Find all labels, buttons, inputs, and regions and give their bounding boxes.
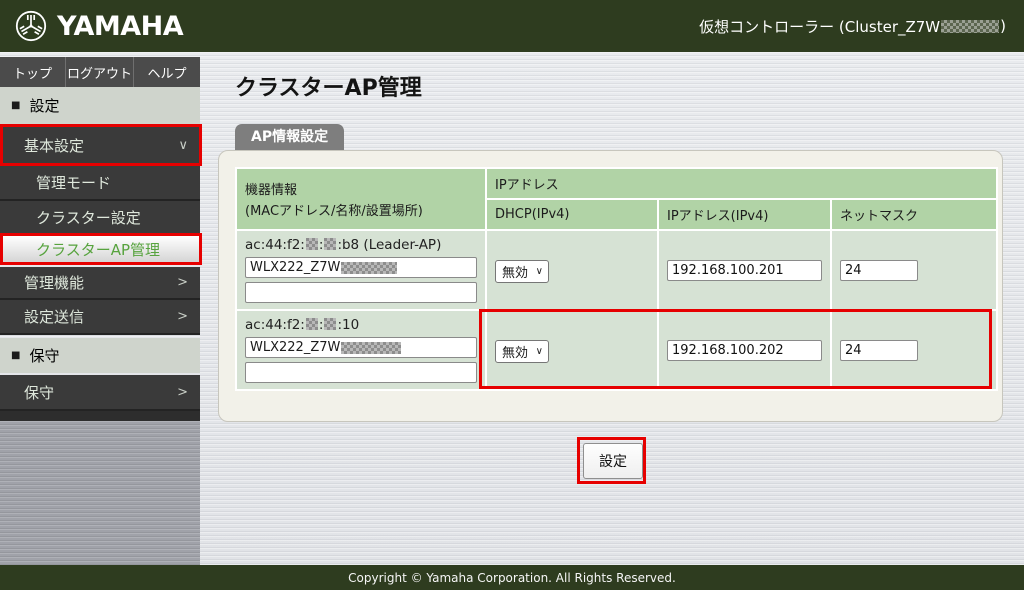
sidebar-item-cluster-ap-management[interactable]: クラスターAP管理 — [0, 236, 200, 262]
mac-address: ac:44:f2:::b8 (Leader-AP) — [245, 237, 442, 253]
redacted-mac-octet — [324, 318, 337, 330]
redacted-mac-octet — [324, 238, 337, 250]
dropdown-arrow-icon: ∨ — [535, 345, 543, 357]
sidebar-item-maintenance[interactable]: 保守 > — [0, 375, 200, 411]
netmask-input[interactable] — [840, 260, 918, 281]
redacted-mac-octet — [305, 238, 318, 250]
col-header-dhcp: DHCP(IPv4) — [485, 198, 659, 231]
chevron-right-icon: > — [177, 384, 188, 400]
dhcp-select[interactable]: 無効 ∨ — [495, 260, 549, 283]
sidebar: トップ ログアウト ヘルプ ■ 設定 基本設定 ∨ 管理モード クラスター設定 … — [0, 52, 200, 565]
ap-name-value: WLX222_Z7W — [250, 340, 341, 355]
chevron-right-icon: > — [177, 275, 188, 290]
management-functions-label: 管理機能 — [24, 274, 85, 292]
ap-settings-panel: 機器情報 (MACアドレス/名称/設置場所) IPアドレス DHCP(IPv4)… — [218, 150, 1003, 422]
section-bullet-icon: ■ — [11, 349, 21, 361]
dhcp-selected-value: 無効 — [502, 266, 529, 281]
titlebar: YAMAHA 仮想コントローラー (Cluster_Z7W) — [0, 0, 1024, 52]
device-cell: ac:44:f2:::10 WLX222_Z7W — [235, 309, 487, 391]
nav-tab-help[interactable]: ヘルプ — [133, 57, 200, 87]
ap-location-input[interactable] — [245, 362, 477, 383]
col-header-device-info: 機器情報 (MACアドレス/名称/設置場所) — [235, 167, 487, 231]
ap-table: 機器情報 (MACアドレス/名称/設置場所) IPアドレス DHCP(IPv4)… — [235, 167, 998, 391]
page-title: クラスターAP管理 — [235, 76, 422, 101]
dhcp-select[interactable]: 無効 ∨ — [495, 340, 549, 363]
dropdown-arrow-icon: ∨ — [535, 265, 543, 277]
footer: Copyright © Yamaha Corporation. All Righ… — [0, 565, 1024, 590]
redacted-mac-octet — [305, 318, 318, 330]
col-header-ip-group: IPアドレス — [485, 167, 998, 200]
page-body: トップ ログアウト ヘルプ ■ 設定 基本設定 ∨ 管理モード クラスター設定 … — [0, 52, 1024, 565]
maintenance-label: 保守 — [24, 383, 55, 402]
device-info-label: 機器情報 — [245, 183, 298, 198]
cluster-settings-label: クラスター設定 — [36, 209, 141, 227]
ip-cell — [657, 229, 832, 311]
cluster-ap-label: クラスターAP管理 — [36, 240, 161, 259]
ip-address-input[interactable] — [667, 340, 822, 361]
yamaha-tuning-fork-icon — [15, 10, 47, 42]
basic-settings-label: 基本設定 — [24, 136, 85, 155]
netmask-input[interactable] — [840, 340, 918, 361]
ap-name-input[interactable]: WLX222_Z7W — [245, 337, 477, 358]
controller-suffix: ) — [1000, 17, 1006, 35]
netmask-cell — [830, 229, 998, 311]
brand-name: YAMAHA — [57, 10, 184, 42]
nav-tab-logout[interactable]: ログアウト — [65, 57, 133, 87]
redacted-ap-name — [341, 261, 398, 274]
ap-name-value: WLX222_Z7W — [250, 260, 341, 275]
top-nav: トップ ログアウト ヘルプ — [0, 57, 200, 87]
dhcp-cell: 無効 ∨ — [485, 309, 659, 391]
sidebar-item-cluster-settings[interactable]: クラスター設定 — [0, 201, 200, 236]
sidebar-item-management-mode[interactable]: 管理モード — [0, 166, 200, 201]
tab-ap-info-settings[interactable]: AP情報設定 — [235, 124, 345, 151]
controller-prefix: 仮想コントローラー (Cluster_Z7W — [699, 17, 941, 36]
section-settings-label: 設定 — [29, 97, 60, 115]
ap-row-leader: ac:44:f2:::b8 (Leader-AP) WLX222_Z7W 無効 … — [235, 229, 998, 311]
dhcp-selected-value: 無効 — [502, 346, 529, 361]
netmask-cell — [830, 309, 998, 391]
sidebar-item-management-functions[interactable]: 管理機能 > — [0, 267, 200, 300]
sidebar-section-settings: ■ 設定 — [0, 87, 200, 124]
nav-tab-top[interactable]: トップ — [0, 57, 65, 87]
sidebar-gray-filler — [0, 421, 200, 565]
controller-label: 仮想コントローラー (Cluster_Z7W) — [699, 16, 1006, 37]
main-content: クラスターAP管理 AP情報設定 機器情報 (MACアドレス/名称/設置場所) … — [200, 52, 1024, 565]
management-mode-label: 管理モード — [36, 174, 112, 192]
sidebar-dark-filler — [0, 411, 200, 421]
chevron-down-icon: ∨ — [178, 137, 188, 153]
submit-button[interactable]: 設定 — [583, 443, 643, 479]
redacted-cluster-id — [941, 19, 1000, 33]
yamaha-logo: YAMAHA — [14, 9, 184, 43]
sidebar-section-maintenance: ■ 保守 — [0, 338, 200, 373]
sidebar-item-basic-settings[interactable]: 基本設定 ∨ — [0, 127, 200, 163]
dhcp-cell: 無効 ∨ — [485, 229, 659, 311]
chevron-right-icon: > — [177, 309, 188, 324]
ap-name-input[interactable]: WLX222_Z7W — [245, 257, 477, 278]
ap-row-member: ac:44:f2:::10 WLX222_Z7W 無効 ∨ — [235, 309, 998, 391]
col-header-ip: IPアドレス(IPv4) — [657, 198, 832, 231]
section-maintenance-label: 保守 — [29, 347, 60, 365]
sidebar-item-config-send[interactable]: 設定送信 > — [0, 300, 200, 335]
mac-address: ac:44:f2:::10 — [245, 317, 360, 333]
config-send-label: 設定送信 — [24, 308, 85, 326]
section-bullet-icon: ■ — [11, 99, 21, 111]
redacted-ap-name — [341, 341, 402, 354]
device-cell: ac:44:f2:::b8 (Leader-AP) WLX222_Z7W — [235, 229, 487, 311]
ip-cell — [657, 309, 832, 391]
device-info-sublabel: (MACアドレス/名称/設置場所) — [245, 204, 423, 219]
col-header-netmask: ネットマスク — [830, 198, 998, 231]
ap-location-input[interactable] — [245, 282, 477, 303]
ip-address-input[interactable] — [667, 260, 822, 281]
copyright-text: Copyright © Yamaha Corporation. All Righ… — [348, 570, 676, 585]
